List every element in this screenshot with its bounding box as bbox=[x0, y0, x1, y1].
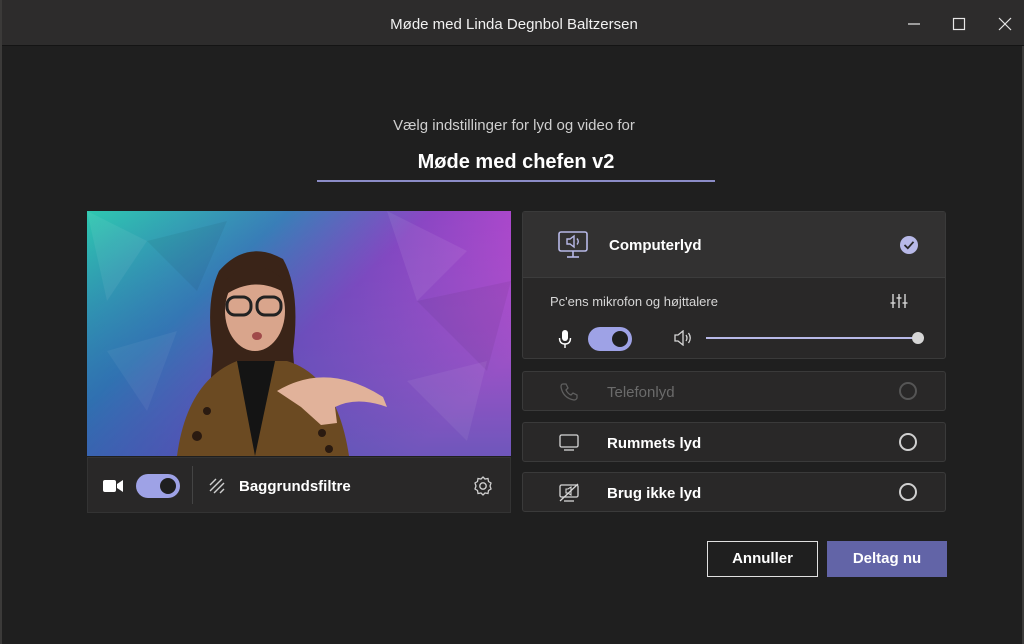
close-button[interactable] bbox=[991, 10, 1019, 38]
divider bbox=[192, 466, 193, 504]
audio-settings-icon[interactable] bbox=[890, 293, 908, 309]
selected-check-icon bbox=[900, 236, 918, 254]
maximize-icon bbox=[952, 17, 966, 31]
close-icon bbox=[998, 17, 1012, 31]
background-filters-label: Baggrundsfiltre bbox=[239, 478, 351, 495]
speaker-volume-slider[interactable] bbox=[706, 332, 924, 344]
audio-device-label: Pc'ens mikrofon og højttalere bbox=[550, 294, 718, 309]
computer-audio-label: Computerlyd bbox=[609, 237, 702, 254]
window-title: Møde med Linda Degnbol Baltzersen bbox=[390, 16, 638, 33]
no-audio-radio[interactable] bbox=[899, 483, 917, 501]
video-preview bbox=[87, 211, 511, 456]
camera-icon bbox=[103, 480, 123, 492]
audio-option-none[interactable]: Brug ikke lyd bbox=[522, 472, 946, 512]
room-device-icon bbox=[559, 434, 579, 451]
camera-toggle[interactable] bbox=[136, 474, 180, 498]
phone-audio-radio[interactable] bbox=[899, 382, 917, 400]
audio-option-phone[interactable]: Telefonlyd bbox=[522, 371, 946, 411]
microphone-toggle[interactable] bbox=[588, 327, 632, 351]
minimize-icon bbox=[908, 23, 920, 25]
no-audio-icon bbox=[559, 483, 579, 502]
volume-thumb[interactable] bbox=[912, 332, 924, 344]
cancel-button[interactable]: Annuller bbox=[707, 541, 818, 577]
meeting-name-field[interactable]: Møde med chefen v2 bbox=[317, 143, 715, 182]
audio-option-room[interactable]: Rummets lyd bbox=[522, 422, 946, 462]
computer-audio-header[interactable]: Computerlyd bbox=[523, 212, 945, 278]
background-filters-button[interactable]: Baggrundsfiltre bbox=[208, 472, 448, 500]
maximize-button[interactable] bbox=[945, 10, 973, 38]
join-now-button[interactable]: Deltag nu bbox=[827, 541, 947, 577]
volume-fill bbox=[706, 337, 918, 339]
prejoin-subtitle: Vælg indstillinger for lyd og video for bbox=[393, 117, 635, 134]
microphone-icon bbox=[558, 330, 572, 348]
toggle-knob bbox=[612, 331, 628, 347]
no-audio-label: Brug ikke lyd bbox=[607, 485, 702, 502]
room-audio-radio[interactable] bbox=[899, 433, 917, 451]
room-audio-label: Rummets lyd bbox=[607, 435, 702, 452]
meeting-window: Møde med Linda Degnbol Baltzersen Vælg i… bbox=[0, 0, 1024, 644]
phone-icon bbox=[560, 383, 578, 401]
minimize-button[interactable] bbox=[900, 10, 928, 38]
title-bar: Møde med Linda Degnbol Baltzersen bbox=[2, 0, 1024, 46]
toggle-knob bbox=[160, 478, 176, 494]
video-controls: Baggrundsfiltre bbox=[87, 457, 511, 513]
audio-option-computer[interactable]: Computerlyd Pc'ens mikrofon og højttaler… bbox=[522, 211, 946, 359]
computer-audio-icon bbox=[558, 231, 588, 258]
background-effects-icon bbox=[209, 478, 225, 494]
device-settings-icon[interactable] bbox=[472, 475, 494, 497]
phone-audio-label: Telefonlyd bbox=[607, 384, 675, 401]
camera-feed-image bbox=[87, 211, 511, 456]
speaker-icon bbox=[674, 330, 691, 346]
